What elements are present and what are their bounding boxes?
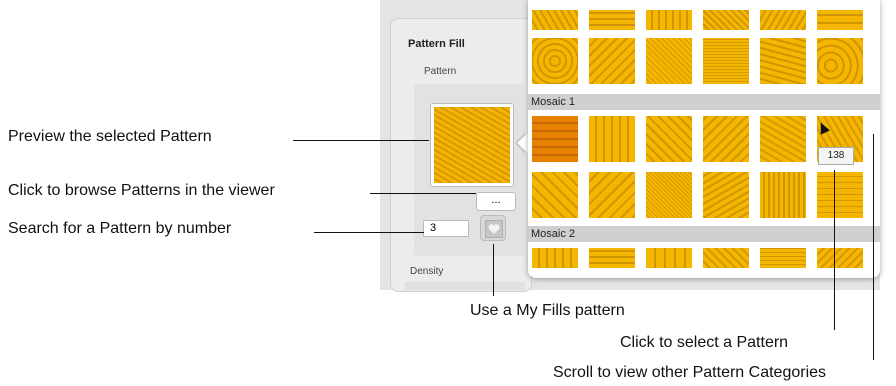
heart-icon: [485, 220, 503, 238]
category-header-mosaic-2: Mosaic 2: [528, 226, 880, 242]
pattern-tile[interactable]: [760, 172, 806, 218]
category-header-mosaic-1: Mosaic 1: [528, 94, 880, 110]
browse-patterns-button[interactable]: ...: [476, 192, 516, 211]
pattern-tile[interactable]: [646, 248, 692, 268]
pattern-tile[interactable]: [760, 116, 806, 162]
my-fills-button[interactable]: [480, 215, 506, 241]
pattern-tile[interactable]: [703, 10, 749, 30]
pattern-tile[interactable]: [646, 38, 692, 84]
callout-line-browse: [370, 193, 476, 194]
pattern-tile[interactable]: [532, 116, 578, 162]
callout-line-myfills: [493, 244, 494, 296]
pattern-tile[interactable]: [760, 248, 806, 268]
annotation-select: Click to select a Pattern: [620, 334, 789, 351]
annotation-scroll: Scroll to view other Pattern Categories: [553, 364, 827, 381]
pattern-tile[interactable]: [589, 10, 635, 30]
pattern-tile[interactable]: [589, 248, 635, 268]
density-control[interactable]: [405, 282, 525, 290]
pattern-viewer[interactable]: Mosaic 1 Mosaic 2: [528, 0, 880, 278]
pattern-tile[interactable]: [703, 248, 749, 268]
pattern-label: Pattern: [424, 66, 457, 77]
pattern-tile[interactable]: [703, 116, 749, 162]
pattern-tile[interactable]: [532, 10, 578, 30]
pattern-tile[interactable]: [532, 38, 578, 84]
pattern-tile[interactable]: [817, 172, 863, 218]
callout-line-select: [834, 170, 835, 330]
pattern-number-tooltip: 138: [818, 147, 854, 165]
callout-line-preview: [293, 140, 429, 141]
panel-title: Pattern Fill: [408, 38, 465, 50]
pattern-number-input[interactable]: 3: [423, 220, 469, 237]
pattern-tile[interactable]: [646, 172, 692, 218]
pattern-tile[interactable]: [703, 38, 749, 84]
callout-line-search: [314, 232, 424, 233]
annotation-preview: Preview the selected Pattern: [8, 128, 212, 145]
pattern-preview-swatch: [434, 107, 510, 183]
annotation-browse: Click to browse Patterns in the viewer: [8, 182, 275, 199]
pattern-tile[interactable]: [817, 38, 863, 84]
pattern-tile[interactable]: [646, 10, 692, 30]
pattern-tile[interactable]: [817, 248, 863, 268]
pattern-tile[interactable]: [532, 172, 578, 218]
density-label: Density: [410, 266, 444, 277]
pattern-tile[interactable]: [589, 38, 635, 84]
pattern-tile[interactable]: [532, 248, 578, 268]
annotation-search: Search for a Pattern by number: [8, 220, 232, 237]
annotation-myfills: Use a My Fills pattern: [470, 302, 625, 319]
callout-line-scroll: [873, 134, 874, 360]
pattern-tile[interactable]: [760, 10, 806, 30]
pattern-tile[interactable]: [703, 172, 749, 218]
pattern-tile[interactable]: [646, 116, 692, 162]
pattern-preview[interactable]: [430, 103, 514, 187]
pattern-tile[interactable]: [589, 116, 635, 162]
pattern-tile[interactable]: [817, 10, 863, 30]
pattern-tile[interactable]: [760, 38, 806, 84]
pattern-tile[interactable]: [589, 172, 635, 218]
